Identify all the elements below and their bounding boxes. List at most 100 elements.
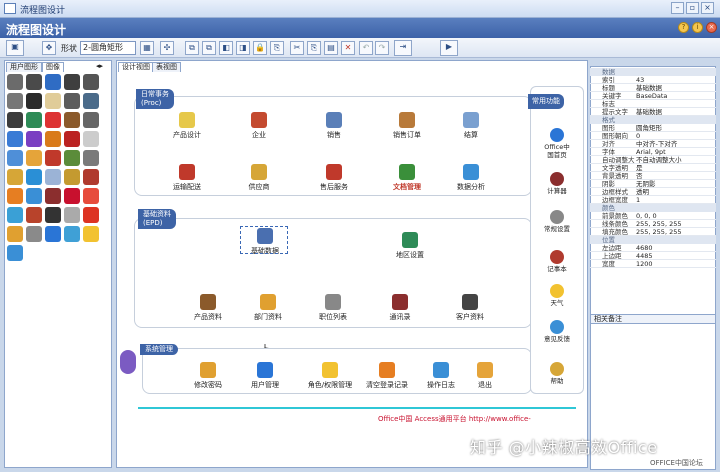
copy-format-icon[interactable]: ⎘ [270,41,284,55]
redo-icon[interactable]: ↷ [375,41,389,55]
flow-node[interactable]: 退出 [460,362,510,390]
gallery-image[interactable] [64,150,80,166]
gallery-image[interactable] [64,226,80,242]
gallery-image[interactable] [64,131,80,147]
gallery-image[interactable] [7,112,23,128]
gallery-image[interactable] [45,112,61,128]
common-function-item[interactable]: 天气 [542,284,572,307]
gallery-image[interactable] [83,207,99,223]
property-value[interactable]: 中对齐-下对齐 [636,140,714,148]
copy-icon[interactable]: ⎘ [307,41,321,55]
tab-user-shapes[interactable]: 用户图形 [6,62,42,72]
info-icon[interactable]: i [692,22,703,33]
gallery-image[interactable] [83,112,99,128]
gallery-image[interactable] [26,131,42,147]
property-row[interactable]: 上边距 4485 [590,252,716,260]
lock-icon[interactable]: 🔒 [253,41,267,55]
property-row[interactable]: 标题 基础数据 [590,84,716,92]
grid-icon[interactable]: ▦ [140,41,154,55]
align-icon[interactable]: ✣ [160,41,174,55]
property-value[interactable]: 基础数据 [636,84,714,92]
property-value[interactable]: 4680 [636,244,714,252]
flow-node[interactable]: 运输配送 [162,164,212,192]
close-form-icon[interactable]: × [706,22,717,33]
gallery-image[interactable] [7,226,23,242]
gallery-image[interactable] [64,169,80,185]
property-row[interactable]: 填充颜色 255, 255, 255 [590,228,716,236]
gallery-image[interactable] [7,93,23,109]
property-row[interactable]: 字体 Arial, 9pt [590,148,716,156]
delete-icon[interactable]: ✕ [341,41,355,55]
gallery-image[interactable] [7,188,23,204]
gallery-image[interactable] [7,150,23,166]
gallery-image[interactable] [83,150,99,166]
cut-icon[interactable]: ✂ [290,41,304,55]
flow-node[interactable]: 售后服务 [309,164,359,192]
shape-select[interactable]: 2-圆角矩形 [80,41,136,55]
tab-design-view[interactable]: 设计视图 [118,62,154,72]
gallery-image[interactable] [26,93,42,109]
flow-node[interactable]: 部门资料 [243,294,293,322]
common-function-item[interactable]: 帮助 [542,362,572,385]
help-icon[interactable]: ? [678,22,689,33]
scroll-arrows-icon[interactable]: ◂▸ [96,62,103,70]
property-row[interactable]: 文字透明是 [590,164,716,172]
tab-table-view[interactable]: 表视图 [152,62,181,72]
property-value[interactable]: 255, 255, 255 [636,220,714,228]
property-row[interactable]: 阴影 无阴影 [590,180,716,188]
property-value[interactable]: 无阴影 [636,180,714,188]
property-value[interactable]: 4485 [636,252,714,260]
gallery-image[interactable] [45,93,61,109]
property-value[interactable]: 是 [636,164,714,172]
property-value[interactable]: 否 [636,172,714,180]
flow-node[interactable]: 销售 [309,112,359,140]
gallery-image[interactable] [26,188,42,204]
property-row[interactable]: 线条颜色 255, 255, 255 [590,220,716,228]
flow-node[interactable]: 用户管理 [240,362,290,390]
property-row[interactable]: 边框宽度 1 [590,196,716,204]
property-value[interactable]: Arial, 9pt [636,148,714,156]
tab-images[interactable]: 图像 [42,62,64,72]
property-value[interactable]: BaseData [636,92,714,100]
save-icon[interactable]: ▣ [6,40,24,56]
property-row[interactable]: 背景透明否 [590,172,716,180]
gallery-image[interactable] [45,169,61,185]
property-row[interactable]: 自动调整大 不自动调整大小 [590,156,716,164]
gallery-image[interactable] [7,245,23,261]
restore-button[interactable]: ▫ [686,2,699,14]
bring-front-icon[interactable]: ◧ [219,41,233,55]
property-row[interactable]: 索引 43 [590,76,716,84]
property-value[interactable]: 不自动调整大小 [636,156,714,164]
common-function-item[interactable]: 计算器 [542,172,572,195]
property-value[interactable]: 0 [636,132,714,140]
flow-node[interactable]: 清空登录记录 [362,362,412,390]
gallery-image[interactable] [64,112,80,128]
property-row[interactable]: 对齐 中对齐-下对齐 [590,140,716,148]
property-row[interactable]: 关键字 BaseData [590,92,716,100]
flow-node[interactable]: 销售订单 [382,112,432,140]
property-row[interactable]: 标志 [590,100,716,108]
property-row[interactable]: 图形朝向 0 [590,132,716,140]
property-value[interactable]: 1200 [636,260,714,268]
gallery-image[interactable] [45,74,61,90]
flow-node[interactable]: 文档管理 [382,164,432,192]
common-function-item[interactable]: 记事本 [542,250,572,273]
flow-node[interactable]: 企业 [234,112,284,140]
exit-icon[interactable]: ⇥ [394,40,412,56]
flow-node[interactable]: 数据分析 [446,164,496,192]
run-icon[interactable]: ▶ [440,40,458,56]
common-function-item[interactable]: 常规设置 [542,210,572,233]
flow-node[interactable]: 修改密码 [183,362,233,390]
gallery-image[interactable] [26,226,42,242]
property-value[interactable]: 0, 0, 0 [636,212,714,220]
flow-node[interactable]: 职位列表 [308,294,358,322]
property-row[interactable]: 提示文字 基础数据 [590,108,716,116]
gallery-image[interactable] [45,188,61,204]
gallery-image[interactable] [83,188,99,204]
gallery-image[interactable] [45,131,61,147]
flow-node[interactable]: 产品设计 [162,112,212,140]
ungroup-icon[interactable]: ⧉ [202,41,216,55]
flow-node[interactable]: 角色/权限管理 [305,362,355,390]
gallery-image[interactable] [45,226,61,242]
close-window-button[interactable]: × [701,2,714,14]
